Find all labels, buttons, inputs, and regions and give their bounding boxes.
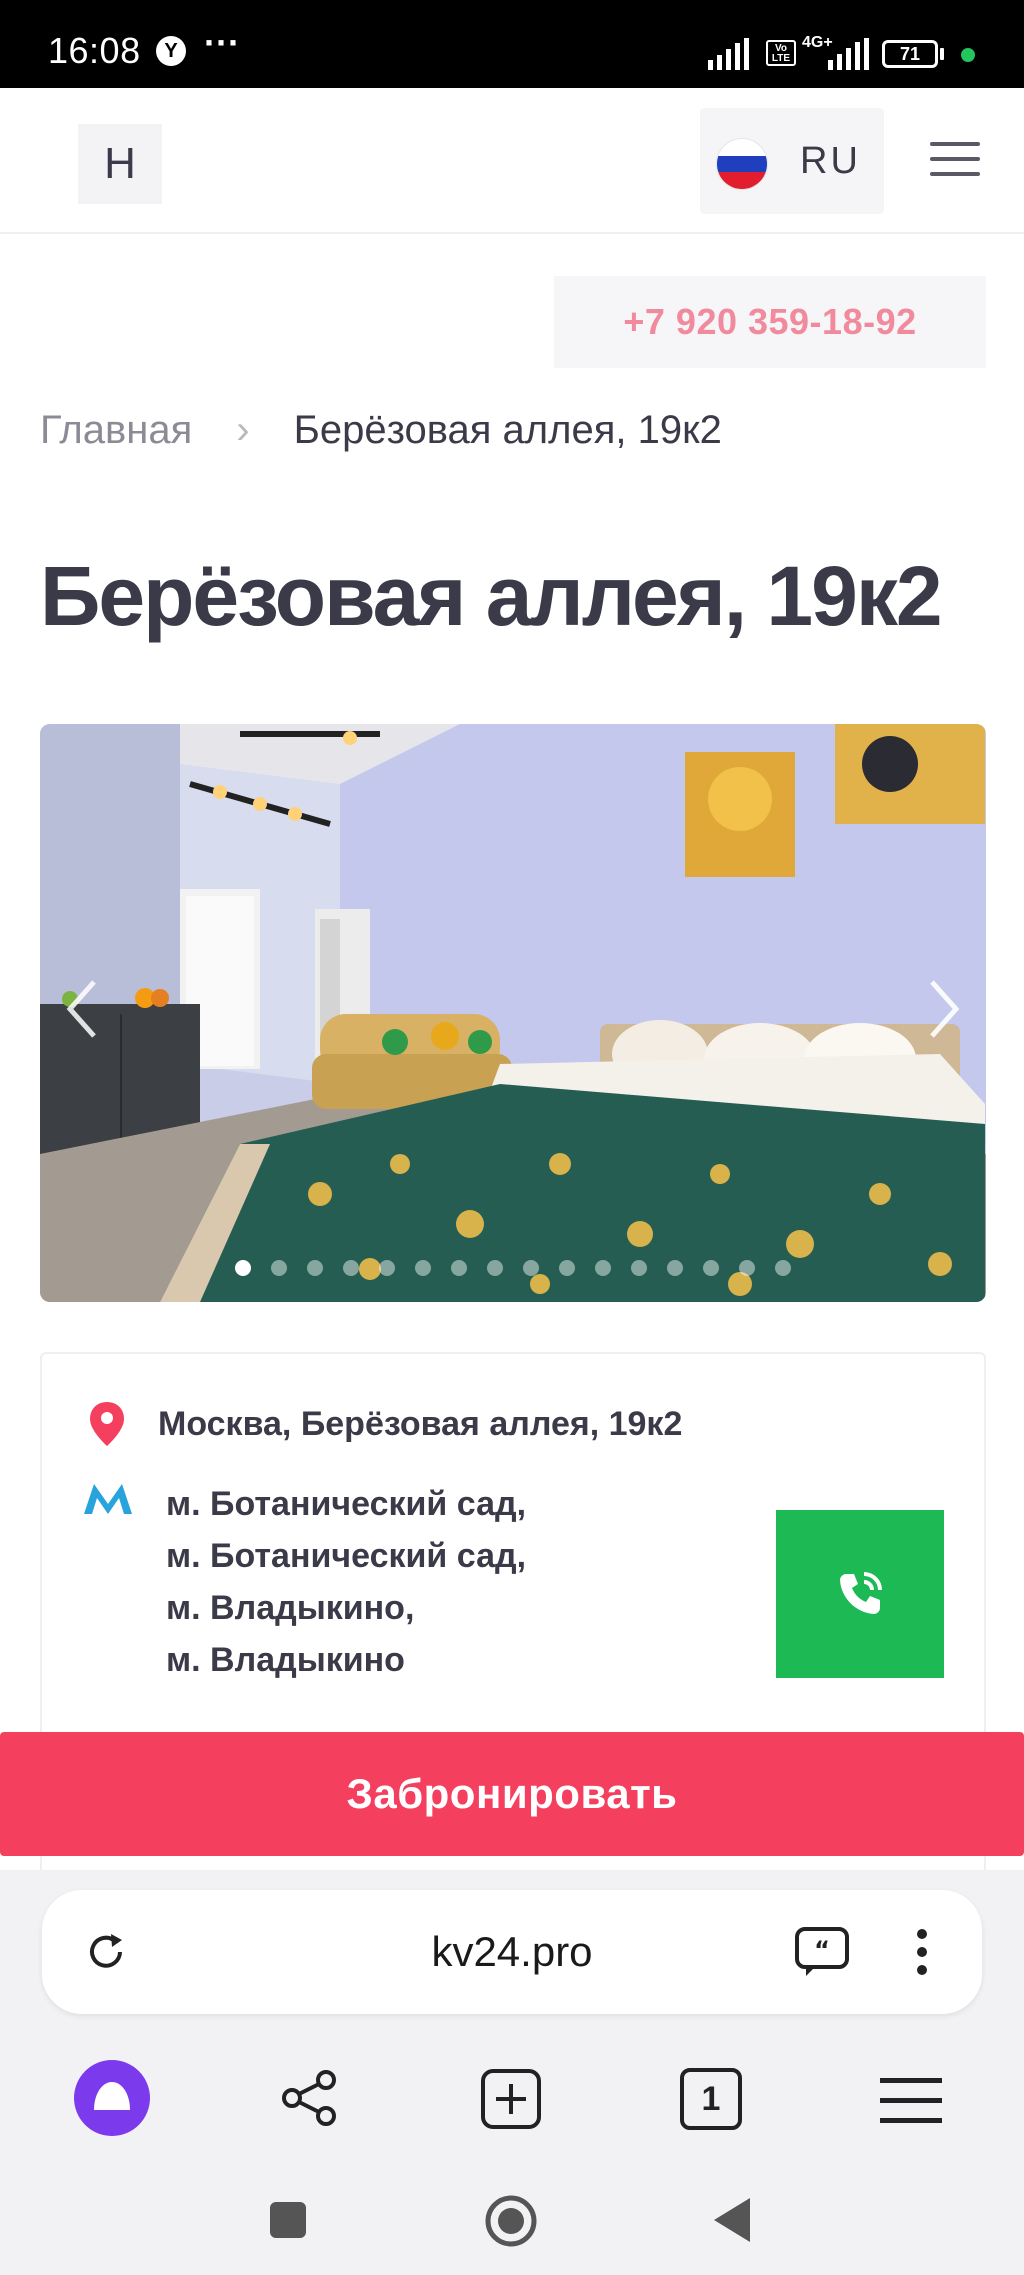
share-icon[interactable] bbox=[280, 2068, 340, 2133]
metro-station: м. Владыкино, bbox=[166, 1589, 415, 1627]
gallery-dot[interactable] bbox=[487, 1260, 503, 1276]
gallery-pagination bbox=[40, 1260, 986, 1276]
chevron-right-icon: › bbox=[236, 408, 250, 452]
gallery-dot[interactable] bbox=[415, 1260, 431, 1276]
hamburger-menu-icon[interactable] bbox=[880, 2078, 942, 2129]
site-header: H RU bbox=[0, 88, 1024, 234]
gallery-dot[interactable] bbox=[631, 1260, 647, 1276]
menu-icon[interactable] bbox=[930, 142, 980, 180]
apartment-photo bbox=[40, 724, 986, 1302]
signal-icon bbox=[708, 38, 749, 70]
address-bar[interactable]: kv24.pro “ bbox=[42, 1890, 982, 2014]
page-title: Берёзовая аллея, 19к2 bbox=[40, 549, 943, 643]
gallery-dot[interactable] bbox=[667, 1260, 683, 1276]
metro-row: м. Ботанический сад, м. Ботанический сад,… bbox=[84, 1482, 526, 1686]
more-notifications-icon: ··· bbox=[204, 22, 240, 63]
back-icon[interactable] bbox=[712, 2196, 752, 2249]
gallery-dot[interactable] bbox=[343, 1260, 359, 1276]
signal-icon-2 bbox=[828, 38, 869, 70]
call-button[interactable] bbox=[776, 1510, 944, 1678]
gallery-dot[interactable] bbox=[271, 1260, 287, 1276]
chevron-right-icon[interactable] bbox=[924, 974, 964, 1044]
metro-station: м. Владыкино bbox=[166, 1641, 405, 1679]
metro-icon bbox=[84, 1484, 132, 1514]
breadcrumb-current: Берёзовая аллея, 19к2 bbox=[293, 408, 722, 452]
battery-icon: 71 bbox=[882, 40, 938, 68]
new-tab-icon[interactable] bbox=[480, 2068, 542, 2135]
more-vert-icon[interactable] bbox=[912, 1926, 932, 1978]
site-logo[interactable]: H bbox=[78, 124, 162, 204]
address-row: Москва, Берёзовая аллея, 19к2 bbox=[90, 1402, 682, 1446]
system-nav-bar bbox=[0, 2188, 1024, 2268]
alice-assistant-icon[interactable] bbox=[72, 2058, 152, 2143]
gallery-dot[interactable] bbox=[595, 1260, 611, 1276]
svg-text:“: “ bbox=[814, 1936, 830, 1964]
metro-station: м. Ботанический сад, bbox=[166, 1485, 527, 1523]
gallery-dot[interactable] bbox=[451, 1260, 467, 1276]
language-code: RU bbox=[800, 140, 861, 182]
charging-indicator bbox=[961, 48, 975, 62]
recents-icon[interactable] bbox=[268, 2200, 308, 2245]
gallery-dot[interactable] bbox=[703, 1260, 719, 1276]
status-bar: 16:08 Y ··· Vo LTE 4G+ 71 bbox=[0, 0, 1024, 88]
tabs-counter[interactable]: 1 bbox=[680, 2068, 742, 2130]
gallery-dot[interactable] bbox=[559, 1260, 575, 1276]
gallery-dot[interactable] bbox=[523, 1260, 539, 1276]
location-pin-icon bbox=[90, 1402, 124, 1446]
address-text: Москва, Берёзовая аллея, 19к2 bbox=[158, 1404, 683, 1443]
metro-station: м. Ботанический сад, bbox=[166, 1537, 527, 1575]
battery-tip bbox=[940, 48, 944, 60]
home-icon[interactable] bbox=[484, 2194, 538, 2253]
gallery-dot[interactable] bbox=[379, 1260, 395, 1276]
russian-flag-icon bbox=[716, 138, 768, 190]
gallery-dot[interactable] bbox=[235, 1260, 251, 1276]
gallery-dot[interactable] bbox=[739, 1260, 755, 1276]
browser-nav: 1 bbox=[0, 2058, 1024, 2168]
chat-icon[interactable]: “ bbox=[794, 1926, 850, 1978]
phone-call-icon bbox=[840, 1572, 882, 1614]
language-switcher[interactable]: RU bbox=[700, 108, 884, 214]
gallery-dot[interactable] bbox=[307, 1260, 323, 1276]
metro-list: м. Ботанический сад, м. Ботанический сад,… bbox=[166, 1478, 526, 1686]
yandex-icon: Y bbox=[156, 36, 186, 66]
photo-gallery[interactable] bbox=[40, 724, 986, 1302]
breadcrumb: Главная › Берёзовая аллея, 19к2 bbox=[40, 408, 722, 453]
chevron-left-icon[interactable] bbox=[62, 974, 102, 1044]
phone-button[interactable]: +7 920 359-18-92 bbox=[554, 276, 986, 368]
book-button[interactable]: Забронировать bbox=[0, 1732, 1024, 1856]
gallery-dot[interactable] bbox=[775, 1260, 791, 1276]
browser-toolbar: kv24.pro “ 1 bbox=[0, 1870, 1024, 2275]
clock: 16:08 bbox=[48, 30, 141, 71]
volte-icon: Vo LTE bbox=[766, 40, 796, 66]
breadcrumb-home[interactable]: Главная bbox=[40, 408, 192, 453]
